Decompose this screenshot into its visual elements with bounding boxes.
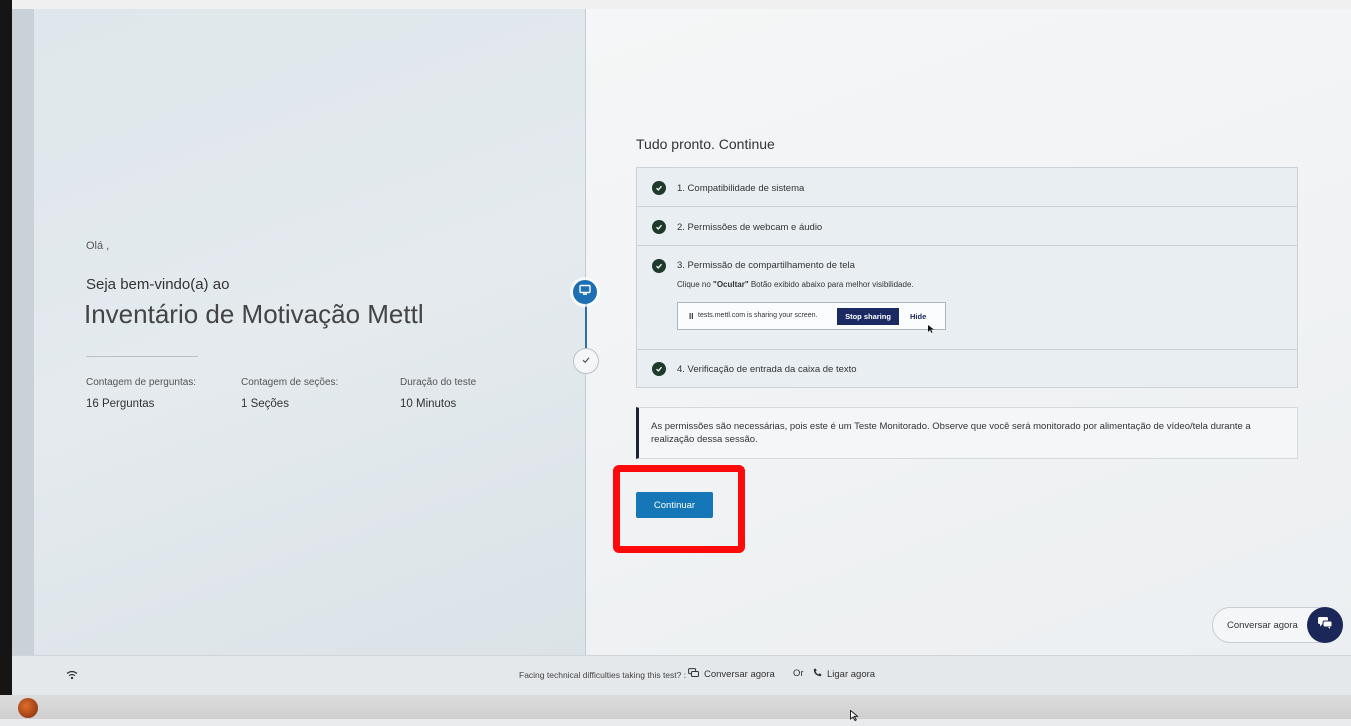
- share-status-text: tests.mettl.com is sharing your screen.: [698, 312, 818, 319]
- chat-icon: [1317, 616, 1333, 635]
- monitoring-notice: As permissões são necessárias, pois este…: [636, 407, 1298, 459]
- check-row-webcam: 2. Permissões de webcam e áudio: [637, 207, 1297, 246]
- footer-chat-link[interactable]: Conversar agora: [688, 668, 775, 681]
- chat-now-widget[interactable]: Conversar agora: [1212, 607, 1343, 643]
- section-count: Contagem de seções: 1 Seções: [241, 377, 338, 410]
- footer-call-link[interactable]: Ligar agora: [813, 668, 875, 680]
- checkmark-circle-icon: [652, 362, 666, 376]
- chat-icon: [688, 668, 699, 681]
- avatar[interactable]: [18, 698, 38, 718]
- monitor-edge: [0, 0, 12, 719]
- welcome-text: Seja bem-vindo(a) ao: [86, 276, 230, 293]
- test-duration-label: Duração do teste: [400, 377, 477, 388]
- top-band: [0, 0, 1351, 9]
- test-screen: Olá , Seja bem-vindo(a) ao Inventário de…: [12, 9, 1351, 695]
- section-count-label: Contagem de seções:: [241, 377, 339, 388]
- support-footer: Facing technical difficulties taking thi…: [12, 655, 1351, 696]
- hint-suffix: Botão exibido abaixo para melhor visibil…: [748, 280, 914, 289]
- question-count: Contagem de perguntas: 16 Perguntas: [86, 377, 196, 410]
- test-duration: Duração do teste 10 Minutos: [400, 377, 476, 410]
- checkmark-circle-icon: [652, 220, 666, 234]
- greeting: Olá ,: [86, 240, 110, 252]
- ready-title: Tudo pronto. Continue: [636, 136, 775, 152]
- welcome-panel: Olá , Seja bem-vindo(a) ao Inventário de…: [34, 9, 585, 655]
- hint-bold: "Ocultar": [713, 280, 749, 289]
- title-divider: [86, 356, 198, 357]
- check-row-screen-share: 3. Permissão de compartilhamento de tela…: [637, 246, 1297, 350]
- pause-icon: II: [689, 312, 694, 321]
- screen-share-bar: II tests.mettl.com is sharing your scree…: [677, 302, 946, 333]
- phone-icon: [813, 668, 822, 680]
- notice-text: As permissões são necessárias, pois este…: [651, 421, 1251, 445]
- question-count-label: Contagem de perguntas:: [86, 377, 197, 388]
- or-text: Or: [793, 668, 804, 679]
- chat-now-label: Conversar agora: [1227, 620, 1298, 631]
- check-row-textbox: 4. Verificação de entrada da caixa de te…: [637, 350, 1297, 387]
- help-text: Facing technical difficulties taking thi…: [519, 670, 687, 680]
- taskbar: [0, 695, 1351, 719]
- chat-button[interactable]: [1307, 607, 1343, 643]
- highlight-box: [613, 465, 745, 553]
- check-label: 1. Compatibilidade de sistema: [677, 183, 805, 194]
- check-label: 4. Verificação de entrada da caixa de te…: [677, 364, 857, 375]
- monitor-icon: [579, 283, 591, 301]
- hint-prefix: Clique no: [677, 280, 714, 289]
- footer-chat-label: Conversar agora: [704, 669, 775, 680]
- section-count-value: 1 Seções: [241, 398, 289, 410]
- checkmark-circle-icon: [652, 259, 666, 273]
- checkmark-circle-icon: [652, 181, 666, 195]
- question-count-value: 16 Perguntas: [86, 398, 155, 410]
- hide-hint: Clique no "Ocultar" Botão exibido abaixo…: [677, 280, 914, 289]
- permission-checklist: 1. Compatibilidade de sistema 2. Permiss…: [636, 167, 1298, 388]
- cursor-icon: [928, 320, 935, 338]
- test-title: Inventário de Motivação Mettl: [84, 299, 424, 329]
- left-strip: [12, 9, 34, 655]
- stop-sharing-button[interactable]: Stop sharing: [837, 308, 899, 325]
- test-duration-value: 10 Minutos: [400, 398, 457, 410]
- check-label: 2. Permissões de webcam e áudio: [677, 222, 823, 233]
- stepper-done-step: [573, 348, 599, 374]
- cursor-icon: [850, 708, 860, 726]
- check-row-system: 1. Compatibilidade de sistema: [637, 168, 1297, 207]
- hide-button[interactable]: Hide: [910, 312, 926, 321]
- footer-or: Or: [793, 668, 804, 679]
- check-label: 3. Permissão de compartilhamento de tela: [677, 260, 855, 271]
- stepper-active-step: [573, 280, 597, 304]
- wifi-icon: [66, 667, 78, 685]
- check-icon: [581, 352, 591, 370]
- footer-call-label: Ligar agora: [827, 668, 876, 680]
